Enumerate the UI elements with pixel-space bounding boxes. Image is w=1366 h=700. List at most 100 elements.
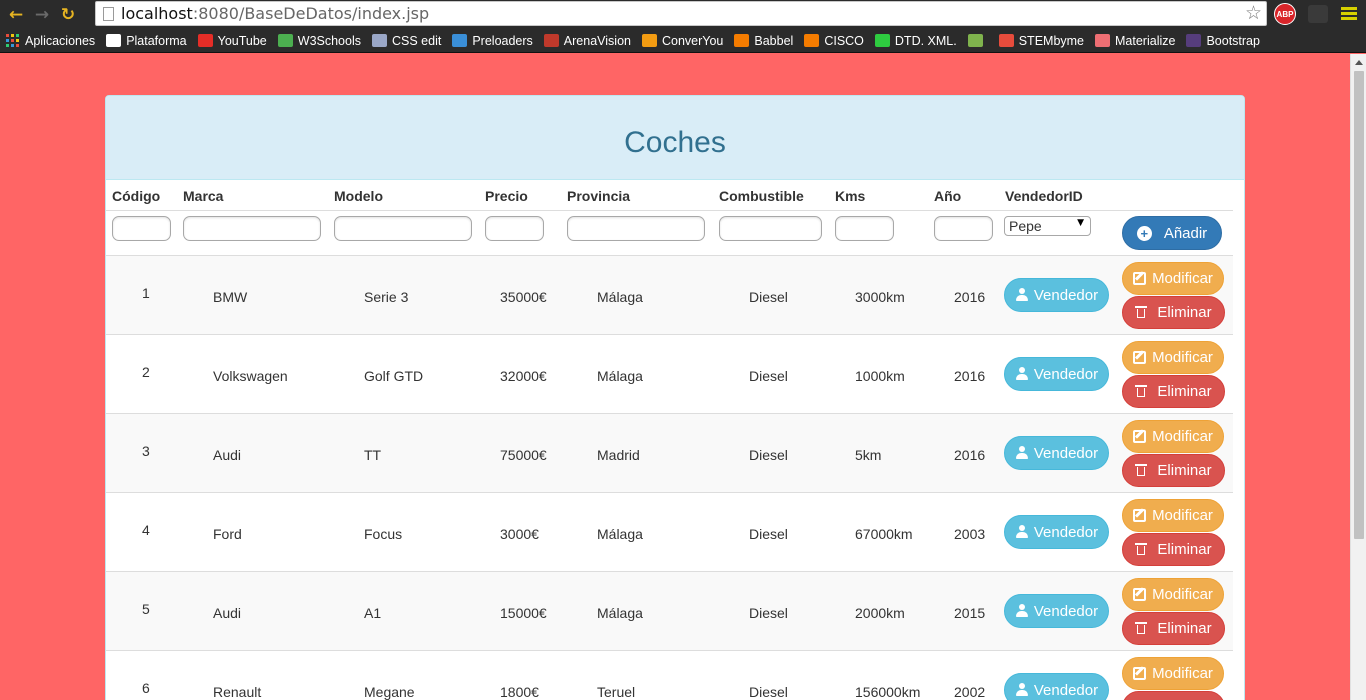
new-car-input-row: Pepe ▼ + Añadir [106,211,1233,256]
bookmark-label: Bootstrap [1206,33,1260,48]
modify-button[interactable]: Modificar [1122,578,1224,611]
delete-button[interactable]: Eliminar [1122,375,1225,408]
cell-modelo: Serie 3 [364,289,409,305]
bookmark-item[interactable]: Babbel [734,34,793,48]
cell-codigo: 5 [142,601,150,617]
delete-button[interactable]: Eliminar [1122,296,1225,329]
cell-kms: 67000km [855,526,913,542]
bookmark-item[interactable]: DTD. XML. [874,34,957,48]
bookmark-item[interactable]: Bootstrap [1186,34,1260,48]
modify-button[interactable]: Modificar [1122,420,1224,453]
table-row: 5 Audi A1 15000€ Málaga Diesel 2000km 2015 Vende… [106,572,1233,651]
combustible-input[interactable] [719,216,822,241]
cell-marca: Audi [213,447,242,463]
folder-icon [372,34,387,47]
materialize-icon [1095,34,1111,47]
cell-provincia: Málaga [597,526,643,542]
header-provincia: Provincia [567,188,631,204]
table-row: 3 Audi TT 75000€ Madrid Diesel 5km 2016 Vendedor… [106,414,1233,493]
cell-modelo: A1 [364,605,382,621]
modify-button-label: Modificar [1152,586,1213,603]
vendedor-button[interactable]: Vendedor [1004,357,1109,391]
bookmark-item[interactable]: CSS edit [372,34,441,48]
adblock-plus-icon[interactable]: ABP [1274,3,1296,25]
cell-provincia: Madrid [597,447,640,463]
browser-menu-icon[interactable] [1341,7,1357,22]
vendedor-button[interactable]: Vendedor [1004,515,1109,549]
edit-icon [1133,430,1147,443]
cell-marca: Audi [213,605,242,621]
bookmark-label: W3Schools [297,33,361,48]
page-scrollbar[interactable] [1350,54,1366,700]
reload-icon[interactable]: ↻ [55,0,81,29]
add-button[interactable]: + Añadir [1122,216,1222,250]
blogger-icon [804,34,820,47]
cell-codigo: 6 [142,680,150,696]
w3schools-icon [277,34,293,47]
codigo-input[interactable] [112,216,171,241]
scroll-thumb[interactable] [1354,71,1364,539]
cell-marca: Ford [213,526,242,542]
delete-button[interactable]: Eliminar [1122,533,1225,566]
cell-combustible: Diesel [749,526,788,542]
header-modelo: Modelo [334,188,383,204]
scroll-up-arrow-icon[interactable] [1355,60,1363,65]
extension-icon[interactable] [1308,5,1328,23]
vendedor-select-value: Pepe [1009,218,1042,234]
browser-toolbar: ← → ↻ localhost:8080/BaseDeDatos/index.j… [0,0,1366,29]
vendedor-select[interactable]: Pepe ▼ [1004,216,1091,236]
provincia-input[interactable] [567,216,705,241]
anio-input[interactable] [934,216,993,241]
marca-input[interactable] [183,216,321,241]
address-bar[interactable]: localhost:8080/BaseDeDatos/index.jsp ☆ [95,1,1267,26]
delete-button[interactable]: Eliminar [1122,691,1225,700]
bookmark-label: ArenaVision [563,33,631,48]
delete-button-label: Eliminar [1157,541,1212,558]
kms-input[interactable] [835,216,894,241]
bookmark-item[interactable]: Preloaders [452,34,533,48]
bookmark-item[interactable]: Aplicaciones [6,34,95,48]
precio-input[interactable] [485,216,544,241]
cars-panel: Coches Código Marca Modelo Precio Provin… [105,95,1245,700]
bookmark-item[interactable]: YouTube [197,33,267,48]
cell-kms: 3000km [855,289,905,305]
cell-modelo: Golf GTD [364,368,424,384]
bookmark-item[interactable]: STEMbyme [998,34,1084,48]
cell-kms: 156000km [855,684,921,700]
modelo-input[interactable] [334,216,472,241]
modify-button[interactable]: Modificar [1122,499,1224,532]
stembyme-icon [998,34,1014,47]
forward-arrow-icon[interactable]: → [29,0,55,29]
delete-button[interactable]: Eliminar [1122,454,1225,487]
vendedor-button[interactable]: Vendedor [1004,436,1109,470]
cell-precio: 15000€ [500,605,547,621]
cell-marca: Volkswagen [213,368,288,384]
modify-button[interactable]: Modificar [1122,262,1224,295]
vendedor-button[interactable]: Vendedor [1004,594,1109,628]
modify-button-label: Modificar [1152,428,1213,445]
vendedor-button[interactable]: Vendedor [1004,673,1109,700]
bookmark-item[interactable]: Materialize [1095,34,1175,48]
cell-precio: 3000€ [500,526,539,542]
cell-kms: 5km [855,447,882,463]
apps-grid-icon [6,34,19,47]
header-anio: Año [934,188,962,204]
back-arrow-icon[interactable]: ← [3,0,29,29]
cell-kms: 1000km [855,368,905,384]
user-icon [1015,525,1029,539]
bookmark-item[interactable]: ArenaVision [543,33,631,48]
user-icon [1015,367,1029,381]
vendedor-button[interactable]: Vendedor [1004,278,1109,312]
bookmark-item[interactable]: W3Schools [277,33,361,48]
bookmark-item[interactable]: ConverYou [641,34,723,48]
trash-icon [1135,543,1148,556]
delete-button[interactable]: Eliminar [1122,612,1225,645]
bookmark-item[interactable]: Plataforma [106,34,187,48]
bookmark-star-icon[interactable]: ☆ [1245,2,1262,24]
bookmark-item[interactable]: CISCO [804,34,864,48]
modify-button[interactable]: Modificar [1122,341,1224,374]
bookmark-item[interactable] [967,34,988,47]
modify-button[interactable]: Modificar [1122,657,1224,690]
bookmark-label: YouTube [217,33,267,48]
vendedor-button-label: Vendedor [1033,602,1099,620]
